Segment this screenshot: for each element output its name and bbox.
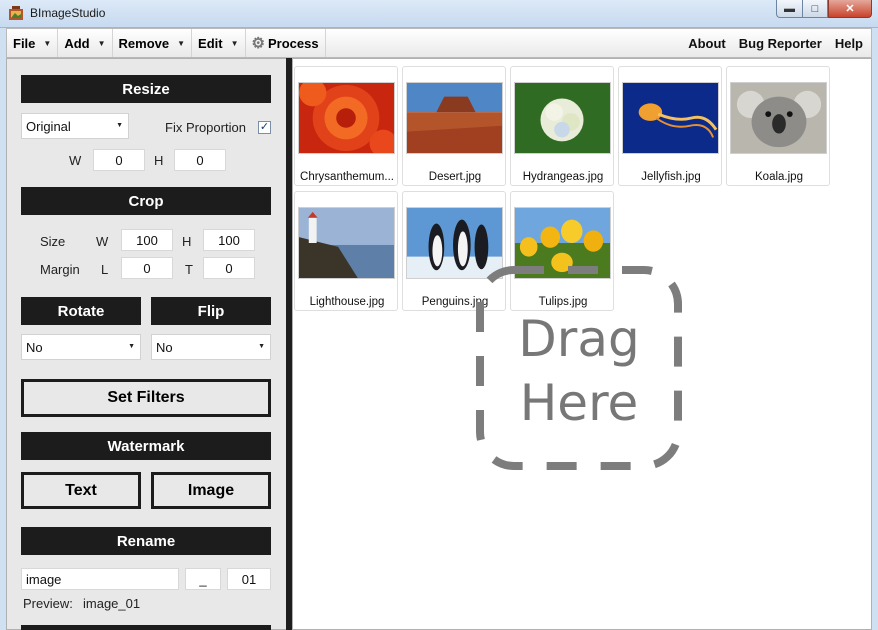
- flip-select[interactable]: No ▼: [151, 334, 271, 360]
- watermark-text-button[interactable]: Text: [21, 472, 141, 509]
- checkmark-icon: ✓: [259, 121, 270, 133]
- menu-edit[interactable]: Edit ▼: [192, 29, 246, 57]
- image-filename: Hydrangeas.jpg: [522, 171, 604, 183]
- image-tile[interactable]: Hydrangeas.jpg: [510, 66, 614, 186]
- chevron-down-icon: ▼: [116, 122, 123, 129]
- thumbnail-jellyfish: [622, 82, 719, 154]
- resize-height-input[interactable]: 0: [174, 149, 226, 171]
- crop-height-input[interactable]: 100: [203, 229, 255, 251]
- chevron-down-icon: ▼: [230, 38, 239, 48]
- menu-process-label: Process: [267, 35, 319, 51]
- window-title: BImageStudio: [30, 6, 106, 20]
- close-button[interactable]: ✕: [828, 0, 872, 18]
- menu-help[interactable]: Help: [835, 36, 863, 51]
- settings-panel: Resize Original ▼ Fix Proportion ✓ W 0 H…: [6, 58, 286, 630]
- thumbnail-koala: [730, 82, 827, 154]
- thumbnail-chrysanthemum: [298, 82, 395, 154]
- image-tile[interactable]: Koala.jpg: [726, 66, 830, 186]
- image-filename: Lighthouse.jpg: [309, 296, 385, 308]
- resize-h-label: H: [154, 153, 164, 168]
- rename-preview-label: Preview:: [23, 596, 73, 611]
- crop-h-label: H: [182, 234, 192, 249]
- resize-width-input[interactable]: 0: [93, 149, 145, 171]
- menu-file-label: File: [13, 35, 36, 51]
- drop-zone-line1: Drag: [518, 310, 640, 368]
- rename-name-input[interactable]: image: [21, 568, 179, 590]
- watermark-image-button[interactable]: Image: [151, 472, 271, 509]
- rename-preview-value: image_01: [83, 596, 141, 611]
- crop-t-label: T: [185, 262, 193, 277]
- resize-mode-value: Original: [26, 118, 71, 134]
- menu-add-label: Add: [64, 35, 90, 51]
- image-filename: Chrysanthemum...: [300, 171, 394, 183]
- menu-bar: File ▼ Add ▼ Remove ▼ Edit ▼ ⚙ Process A…: [6, 28, 872, 58]
- minimize-button[interactable]: ▬: [776, 0, 802, 18]
- image-tile[interactable]: Lighthouse.jpg: [294, 191, 398, 311]
- crop-size-label: Size: [40, 234, 66, 249]
- fix-proportion-checkbox[interactable]: ✓: [258, 121, 271, 134]
- maximize-icon: □: [811, 2, 819, 15]
- drop-zone-line2: Here: [519, 374, 639, 432]
- chevron-down-icon: ▼: [258, 343, 265, 350]
- chevron-down-icon: ▼: [128, 343, 135, 350]
- fix-proportion-label: Fix Proportion: [165, 120, 246, 135]
- thumbnail-hydrangeas: [514, 82, 611, 154]
- crop-w-label: W: [96, 234, 109, 249]
- flip-value: No: [156, 339, 173, 355]
- rotate-value: No: [26, 339, 43, 355]
- title-bar: BImageStudio ▬ □ ✕: [0, 0, 878, 28]
- menu-add[interactable]: Add ▼: [58, 29, 113, 57]
- menu-bug-reporter[interactable]: Bug Reporter: [739, 36, 822, 51]
- rename-separator-input[interactable]: _: [185, 568, 221, 590]
- menu-file[interactable]: File ▼: [7, 29, 59, 57]
- rename-header: Rename: [21, 527, 271, 555]
- image-tile[interactable]: Jellyfish.jpg: [618, 66, 722, 186]
- menu-remove[interactable]: Remove ▼: [113, 29, 193, 57]
- crop-top-input[interactable]: 0: [203, 257, 255, 279]
- menu-edit-label: Edit: [198, 35, 223, 51]
- resize-w-label: W: [69, 153, 82, 168]
- crop-l-label: L: [101, 262, 109, 277]
- resize-header: Resize: [21, 75, 271, 103]
- image-filename: Desert.jpg: [428, 171, 482, 183]
- resize-mode-select[interactable]: Original ▼: [21, 113, 129, 139]
- rotate-select[interactable]: No ▼: [21, 334, 141, 360]
- dashed-border-icon: [476, 266, 682, 470]
- next-section-header: [21, 625, 271, 630]
- image-tile[interactable]: Desert.jpg: [402, 66, 506, 186]
- rename-start-input[interactable]: 01: [227, 568, 271, 590]
- crop-width-input[interactable]: 100: [121, 229, 173, 251]
- minimize-icon: ▬: [784, 2, 795, 15]
- watermark-header: Watermark: [21, 432, 271, 460]
- menu-remove-label: Remove: [118, 35, 170, 51]
- thumbnail-desert: [406, 82, 503, 154]
- image-filename: Koala.jpg: [755, 171, 803, 183]
- set-filters-button[interactable]: Set Filters: [21, 379, 271, 417]
- drop-zone[interactable]: Drag Here: [476, 266, 682, 470]
- chevron-down-icon: ▼: [97, 38, 106, 48]
- crop-left-input[interactable]: 0: [121, 257, 173, 279]
- chevron-down-icon: ▼: [43, 38, 52, 48]
- app-icon: [9, 6, 23, 20]
- crop-header: Crop: [21, 187, 271, 215]
- gear-icon: ⚙: [251, 35, 265, 52]
- chevron-down-icon: ▼: [177, 38, 186, 48]
- menu-about[interactable]: About: [688, 36, 726, 51]
- menu-process[interactable]: ⚙ Process: [246, 29, 326, 57]
- thumbnail-lighthouse: [298, 207, 395, 279]
- maximize-button[interactable]: □: [802, 0, 828, 18]
- rotate-header: Rotate: [21, 297, 141, 325]
- flip-header: Flip: [151, 297, 271, 325]
- image-tile[interactable]: Chrysanthemum...: [294, 66, 398, 186]
- image-filename: Jellyfish.jpg: [641, 171, 701, 183]
- crop-margin-label: Margin: [40, 262, 80, 277]
- close-icon: ✕: [845, 3, 855, 15]
